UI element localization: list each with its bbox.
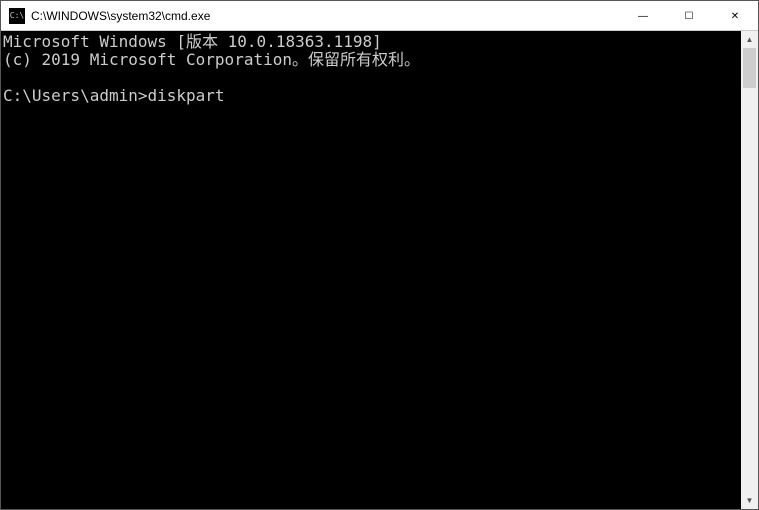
- window-controls: — ☐ ✕: [620, 1, 758, 30]
- command-input[interactable]: diskpart: [148, 86, 225, 105]
- cmd-window: C:\ C:\WINDOWS\system32\cmd.exe — ☐ ✕ Mi…: [0, 0, 759, 510]
- titlebar[interactable]: C:\ C:\WINDOWS\system32\cmd.exe — ☐ ✕: [1, 1, 758, 31]
- terminal-area: Microsoft Windows [版本 10.0.18363.1198] (…: [1, 31, 758, 509]
- maximize-button[interactable]: ☐: [666, 1, 712, 31]
- copyright-line: (c) 2019 Microsoft Corporation。保留所有权利。: [3, 50, 420, 69]
- scrollbar[interactable]: ▲ ▼: [741, 31, 758, 509]
- cmd-icon: C:\: [9, 8, 25, 24]
- scroll-track[interactable]: [741, 48, 758, 492]
- version-line: Microsoft Windows [版本 10.0.18363.1198]: [3, 32, 382, 51]
- scroll-up-arrow-icon[interactable]: ▲: [741, 31, 758, 48]
- window-title: C:\WINDOWS\system32\cmd.exe: [31, 9, 620, 23]
- scroll-down-arrow-icon[interactable]: ▼: [741, 492, 758, 509]
- terminal-output[interactable]: Microsoft Windows [版本 10.0.18363.1198] (…: [1, 31, 741, 509]
- scroll-thumb[interactable]: [743, 48, 756, 88]
- prompt: C:\Users\admin>: [3, 86, 148, 105]
- close-button[interactable]: ✕: [712, 1, 758, 31]
- minimize-button[interactable]: —: [620, 1, 666, 31]
